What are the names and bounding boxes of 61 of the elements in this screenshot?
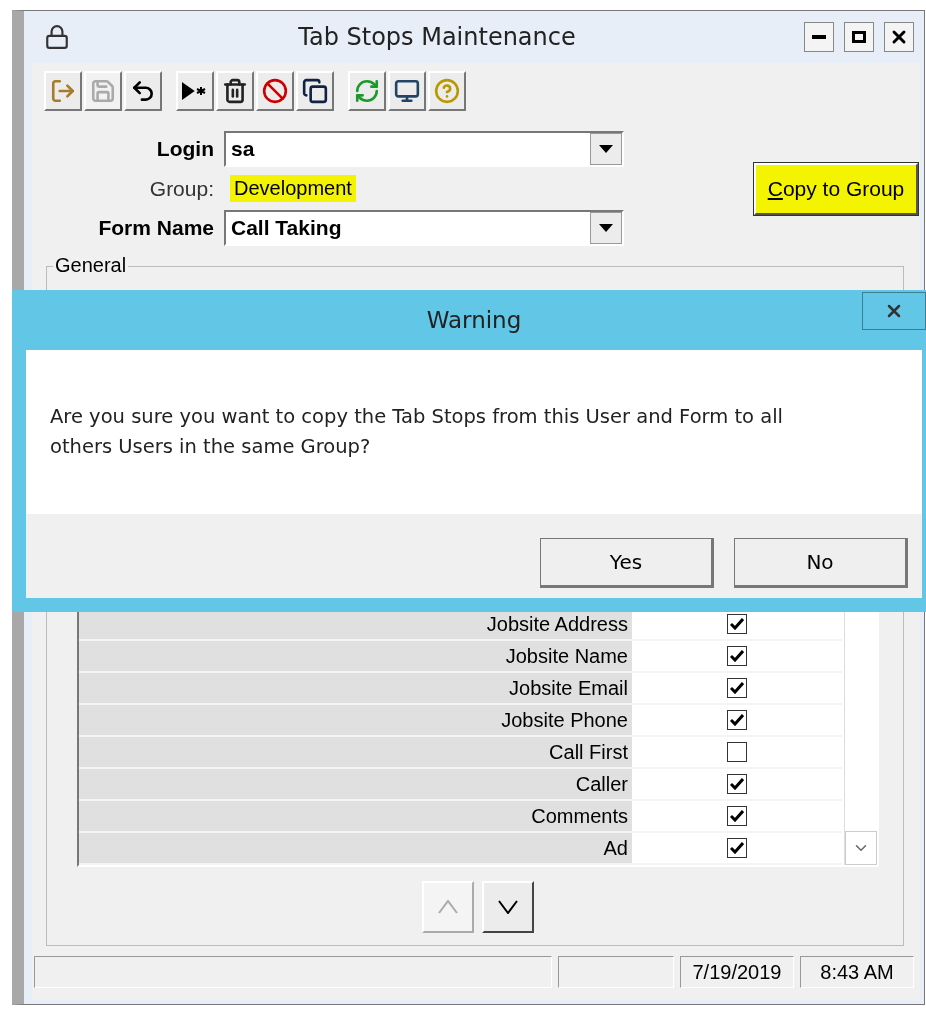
checkbox[interactable] — [727, 774, 747, 794]
status-time: 8:43 AM — [800, 956, 914, 988]
close-button[interactable] — [884, 22, 914, 52]
undo-arrow-icon — [130, 78, 156, 104]
checkbox[interactable] — [727, 838, 747, 858]
toolbar-button[interactable] — [124, 71, 162, 111]
check-icon — [730, 682, 744, 694]
maximize-button[interactable] — [844, 22, 874, 52]
check-icon — [730, 810, 744, 822]
dialog-message: Are you sure you want to copy the Tab Stops from this User and Form to all others Users in the same Group? — [50, 404, 784, 460]
check-icon — [730, 714, 744, 726]
window-title: Tab Stops Maintenance — [297, 23, 577, 51]
row-label: Call First — [79, 737, 632, 767]
login-combobox[interactable]: sa — [224, 131, 624, 167]
monitor-icon — [394, 78, 420, 104]
checkbox[interactable] — [727, 806, 747, 826]
field-label: Form Name — [98, 216, 214, 240]
copy-icon — [302, 78, 328, 104]
checkbox[interactable] — [727, 614, 747, 634]
exit-door-icon — [50, 78, 76, 104]
down-chevron-icon — [498, 900, 518, 914]
maximize-icon — [852, 31, 866, 43]
close-button[interactable] — [862, 292, 926, 330]
row-label: Comments — [79, 801, 632, 831]
row-label: Caller — [79, 769, 632, 799]
help-icon — [434, 78, 460, 104]
dropdown-arrow-icon — [599, 145, 613, 153]
toolbar-button[interactable] — [388, 71, 426, 111]
refresh-icon — [354, 78, 380, 104]
checkbox[interactable] — [727, 678, 747, 698]
field-label: Login — [156, 137, 214, 161]
group-value: Development — [230, 175, 356, 202]
trash-can-icon — [222, 78, 248, 104]
up-chevron-icon — [438, 900, 458, 914]
row-label: Jobsite Phone — [79, 705, 632, 735]
dropdown-arrow-icon — [599, 224, 613, 232]
field-label: Group: — [149, 176, 214, 201]
check-icon — [730, 618, 744, 630]
toolbar-button[interactable] — [296, 71, 334, 111]
check-icon — [730, 778, 744, 790]
dialog-button[interactable]: No — [734, 538, 908, 588]
check-icon — [730, 650, 744, 662]
form-name-combobox[interactable]: Call Taking — [224, 210, 624, 246]
status-date: 7/19/2019 — [680, 956, 794, 988]
minimize-icon — [812, 35, 826, 39]
checkbox[interactable] — [727, 742, 747, 762]
check-icon — [730, 842, 744, 854]
cancel-icon — [262, 78, 288, 104]
checkbox[interactable] — [727, 710, 747, 730]
row-label: Jobsite Email — [79, 673, 632, 703]
minimize-button[interactable] — [804, 22, 834, 52]
row-label: Ad — [79, 833, 632, 863]
move-button[interactable] — [482, 881, 534, 933]
lock-icon — [44, 24, 70, 50]
row-label: Jobsite Name — [79, 641, 632, 671]
dialog-title: Warning — [426, 307, 522, 333]
toolbar-button[interactable] — [216, 71, 254, 111]
dialog-button[interactable]: Yes — [540, 538, 714, 588]
copy-to-group-button[interactable]: Copy to Group — [754, 162, 918, 215]
toolbar-button[interactable] — [176, 71, 214, 111]
checkbox[interactable] — [727, 646, 747, 666]
